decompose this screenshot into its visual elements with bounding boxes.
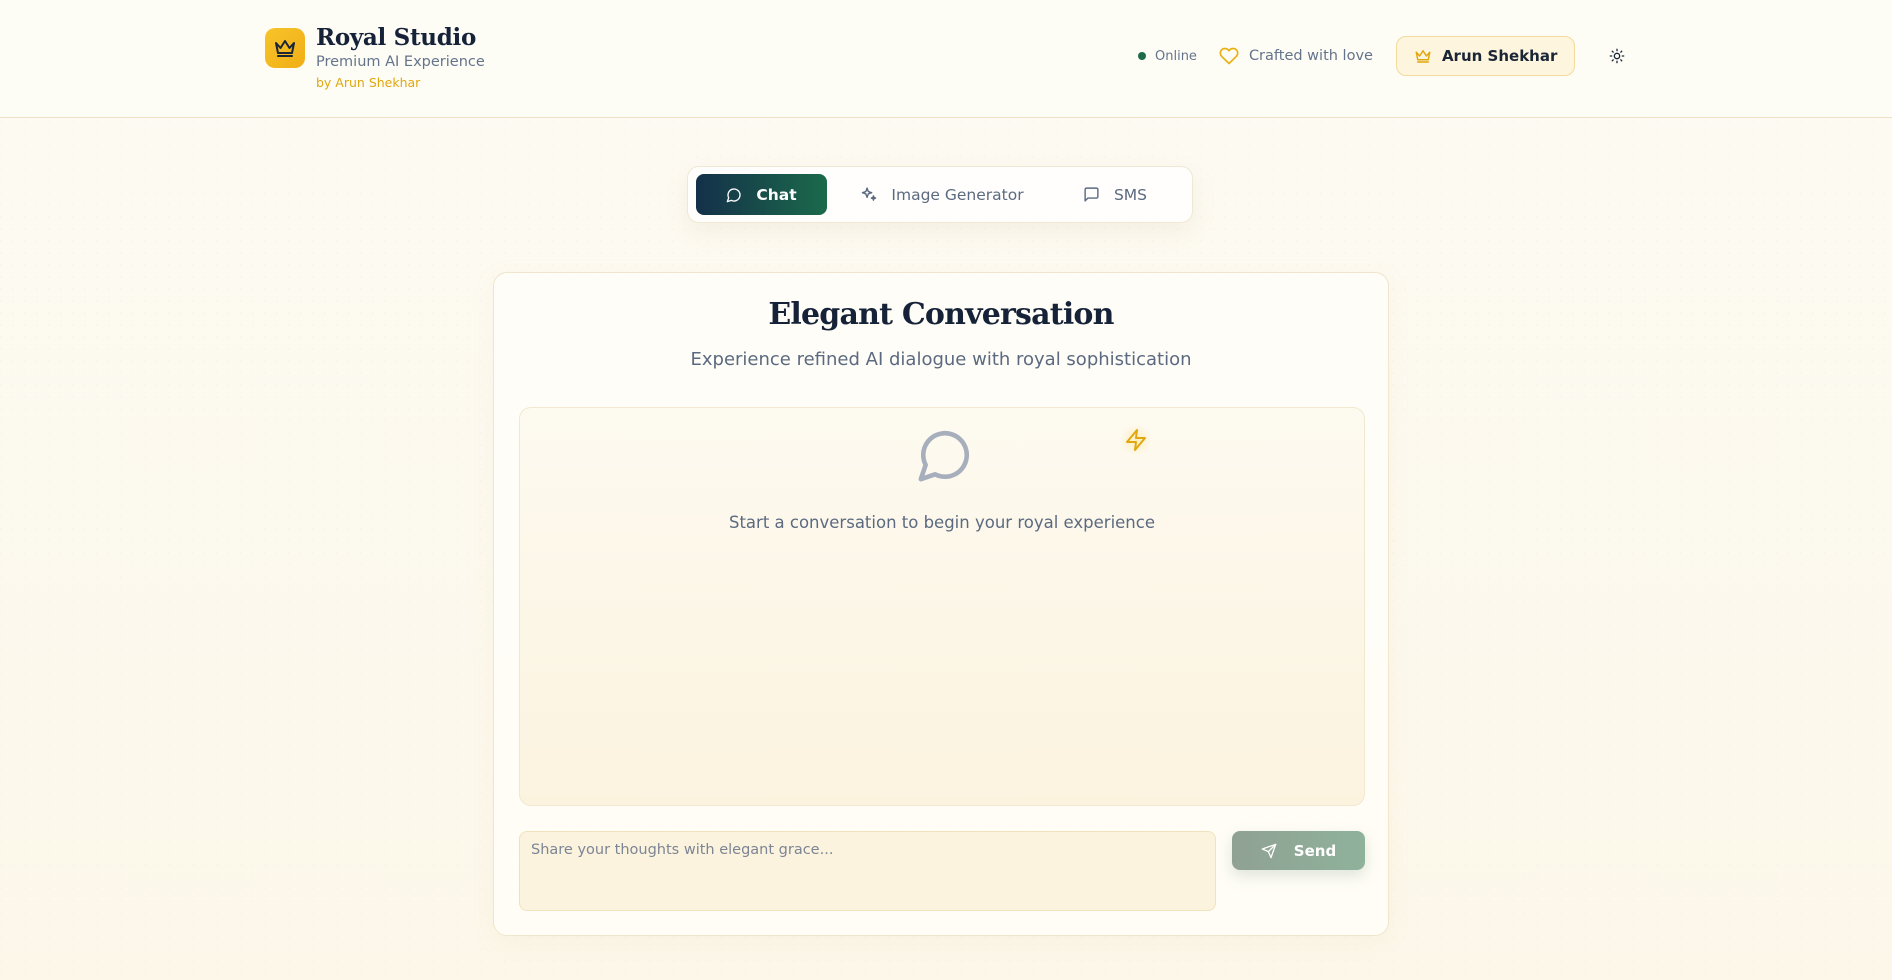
page-title: Elegant Conversation	[768, 297, 1114, 332]
tab-image-generator[interactable]: Image Generator	[839, 174, 1045, 215]
crown-icon	[1415, 50, 1431, 63]
message-list[interactable]: Start a conversation to begin your royal…	[519, 407, 1365, 806]
brand[interactable]: Royal Studio Premium AI Experience by Ar…	[265, 24, 485, 94]
tab-chat-label: Chat	[756, 185, 797, 204]
empty-state-message: Start a conversation to begin your royal…	[728, 513, 1155, 532]
crown-icon	[265, 28, 305, 68]
send-button-label: Send	[1293, 841, 1337, 860]
chat-card: Elegant Conversation Experience refined …	[493, 272, 1389, 936]
page-subtitle: Experience refined AI dialogue with roya…	[690, 349, 1192, 370]
mode-tabs: Chat Image Generator SMS	[687, 166, 1193, 223]
status-indicator: Online	[1138, 49, 1197, 64]
user-name: Arun Shekhar	[1441, 47, 1558, 65]
brand-byline: by Arun Shekhar	[316, 75, 421, 90]
theme-toggle-button[interactable]	[1605, 44, 1629, 68]
tab-sms-label: SMS	[1113, 185, 1148, 204]
brand-title: Royal Studio	[316, 24, 476, 51]
sun-icon	[1610, 48, 1625, 64]
send-icon	[1261, 843, 1277, 858]
header-actions: Online Crafted with love Arun Shekhar	[1138, 36, 1629, 76]
tab-image-generator-label: Image Generator	[891, 185, 1024, 204]
crafted-badge: Crafted with love	[1219, 46, 1373, 66]
message-square-icon	[1084, 187, 1099, 202]
brand-subtitle: Premium AI Experience	[316, 54, 485, 70]
tab-sms[interactable]: SMS	[1055, 174, 1175, 215]
status-label: Online	[1155, 48, 1197, 64]
message-circle-icon	[727, 187, 742, 202]
message-circle-icon	[916, 426, 974, 488]
user-profile-button[interactable]: Arun Shekhar	[1395, 36, 1576, 76]
message-input[interactable]	[519, 831, 1216, 911]
sparkles-icon	[862, 187, 877, 201]
send-button[interactable]: Send	[1232, 831, 1365, 870]
heart-icon	[1219, 47, 1239, 65]
crafted-label: Crafted with love	[1248, 48, 1373, 64]
status-dot-icon	[1138, 52, 1146, 60]
tab-chat[interactable]: Chat	[696, 174, 827, 215]
app-header: Royal Studio Premium AI Experience by Ar…	[0, 0, 1892, 118]
zap-icon	[1120, 424, 1152, 456]
